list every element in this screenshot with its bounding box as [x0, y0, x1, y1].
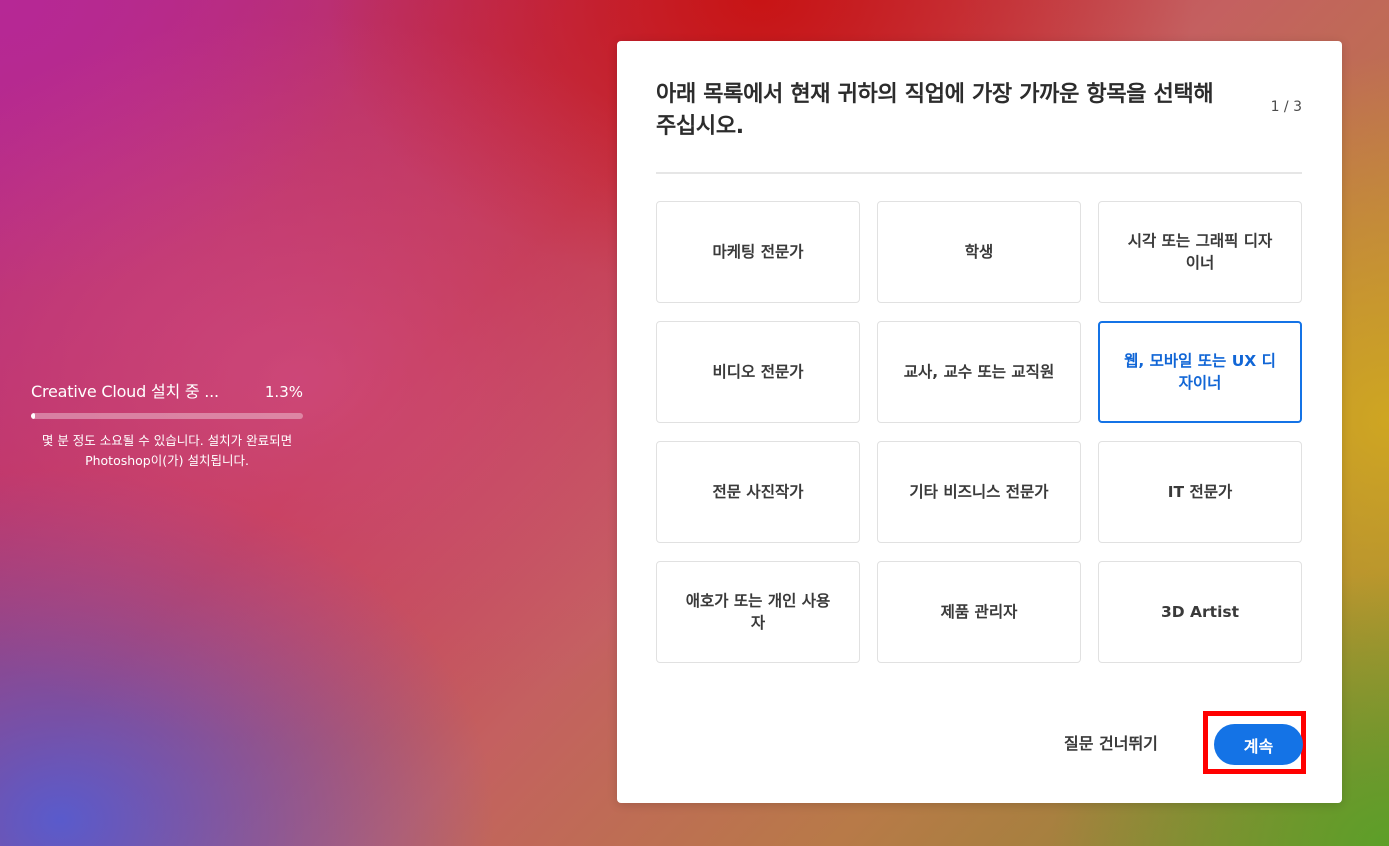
skip-button[interactable]: 질문 건너뛰기	[1064, 730, 1158, 754]
dialog-title: 아래 목록에서 현재 귀하의 직업에 가장 가까운 항목을 선택해 주십시오.	[656, 82, 1214, 139]
install-progress-bar	[31, 413, 303, 419]
option-hobbyist[interactable]: 애호가 또는 개인 사용자	[656, 561, 860, 663]
install-title: Creative Cloud 설치 중 ...	[31, 382, 219, 401]
option-photographer[interactable]: 전문 사진작가	[656, 441, 860, 543]
install-header: Creative Cloud 설치 중 ... 1.3%	[31, 378, 303, 404]
option-educator[interactable]: 교사, 교수 또는 교직원	[877, 321, 1081, 423]
install-percent: 1.3%	[264, 383, 303, 401]
divider	[656, 172, 1302, 174]
install-note: 몇 분 정도 소요될 수 있습니다. 설치가 완료되면 Photoshop이(가…	[41, 433, 293, 468]
occupation-options: 마케팅 전문가 학생 시각 또는 그래픽 디자이너 비디오 전문가 교사, 교수…	[656, 201, 1302, 663]
option-3d-artist[interactable]: 3D Artist	[1098, 561, 1302, 663]
option-graphic-designer[interactable]: 시각 또는 그래픽 디자이너	[1098, 201, 1302, 303]
option-student[interactable]: 학생	[877, 201, 1081, 303]
occupation-dialog: 아래 목록에서 현재 귀하의 직업에 가장 가까운 항목을 선택해 주십시오. …	[617, 41, 1342, 803]
install-progress-fill	[31, 413, 35, 419]
continue-button[interactable]: 계속	[1214, 724, 1303, 765]
install-status: Creative Cloud 설치 중 ... 1.3% 몇 분 정도 소요될 …	[31, 378, 303, 471]
option-video-pro[interactable]: 비디오 전문가	[656, 321, 860, 423]
option-product-manager[interactable]: 제품 관리자	[877, 561, 1081, 663]
option-other-business[interactable]: 기타 비즈니스 전문가	[877, 441, 1081, 543]
option-ux-designer[interactable]: 웹, 모바일 또는 UX 디자이너	[1098, 321, 1302, 423]
option-it-pro[interactable]: IT 전문가	[1098, 441, 1302, 543]
step-indicator: 1 / 3	[1270, 99, 1302, 115]
option-marketing[interactable]: 마케팅 전문가	[656, 201, 860, 303]
